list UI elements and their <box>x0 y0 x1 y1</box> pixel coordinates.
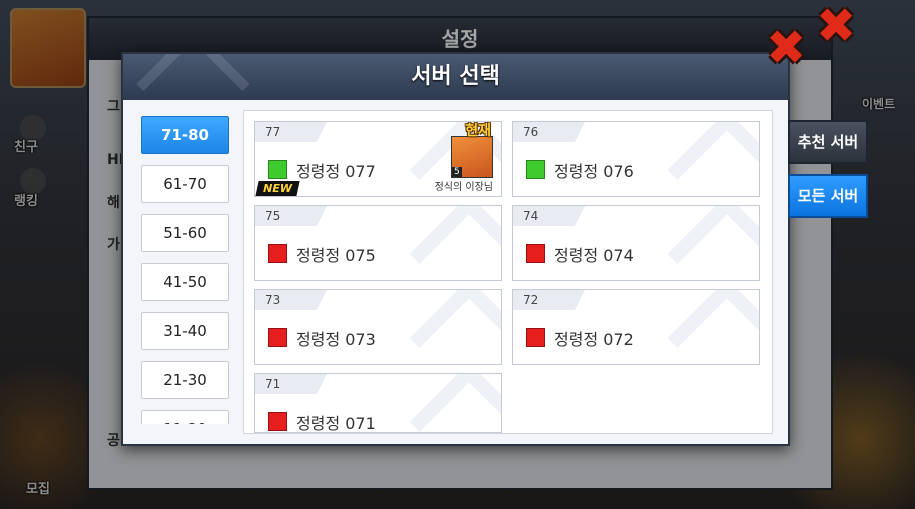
new-badge: NEW <box>255 181 300 196</box>
server-name: 정령정 076 <box>554 162 634 181</box>
range-tab-21-30[interactable]: 21-30 <box>141 361 229 399</box>
current-server-label: 현재 <box>465 123 491 139</box>
card-decoration <box>667 206 759 280</box>
server-number: 73 <box>265 293 281 307</box>
character-nickname: 정식의 이장님 <box>434 182 493 193</box>
status-red-icon <box>268 244 287 263</box>
status-green-icon <box>526 160 545 179</box>
card-decoration <box>667 290 759 364</box>
modal-body: 71-80 61-70 51-60 41-50 31-40 21-30 11-2… <box>133 110 773 434</box>
range-tab-11-20[interactable]: 11-20 <box>141 410 229 424</box>
server-card-76[interactable]: 76 정령정 076 <box>512 121 760 197</box>
character-level: 5 <box>452 167 462 177</box>
range-tab-31-40[interactable]: 31-40 <box>141 312 229 350</box>
server-card-73[interactable]: 73 정령정 073 <box>254 289 502 365</box>
status-red-icon <box>268 328 287 347</box>
server-card-74[interactable]: 74 정령정 074 <box>512 205 760 281</box>
card-decoration <box>409 374 501 432</box>
server-list: 77 정령정 077 5 현재 정식의 이장님 NEW 76 정령정 076 7… <box>243 110 773 434</box>
server-card-77[interactable]: 77 정령정 077 5 현재 정식의 이장님 NEW <box>254 121 502 197</box>
server-card-72[interactable]: 72 정령정 072 <box>512 289 760 365</box>
server-number: 72 <box>523 293 539 307</box>
range-tab-51-60[interactable]: 51-60 <box>141 214 229 252</box>
server-name: 정령정 073 <box>296 330 376 349</box>
status-red-icon <box>526 328 545 347</box>
status-green-icon <box>268 160 287 179</box>
card-decoration <box>667 122 759 196</box>
server-number: 75 <box>265 209 281 223</box>
card-decoration <box>409 290 501 364</box>
server-range-list[interactable]: 71-80 61-70 51-60 41-50 31-40 21-30 11-2… <box>141 116 229 424</box>
range-tab-71-80[interactable]: 71-80 <box>141 116 229 154</box>
server-number: 76 <box>523 125 539 139</box>
range-tab-41-50[interactable]: 41-50 <box>141 263 229 301</box>
server-name: 정령정 074 <box>554 246 634 265</box>
server-select-modal: 서버 선택 71-80 61-70 51-60 41-50 31-40 21-3… <box>121 52 790 446</box>
server-number: 71 <box>265 377 281 391</box>
modal-header: 서버 선택 <box>123 54 788 100</box>
server-card-75[interactable]: 75 정령정 075 <box>254 205 502 281</box>
server-name: 정령정 071 <box>296 414 376 433</box>
server-number: 74 <box>523 209 539 223</box>
card-decoration <box>409 206 501 280</box>
server-card-71[interactable]: 71 정령정 071 <box>254 373 502 433</box>
modal-close-icon[interactable]: ✖ <box>766 24 806 72</box>
status-red-icon <box>268 412 287 431</box>
modal-title: 서버 선택 <box>411 64 500 89</box>
server-name: 정령정 077 <box>296 162 376 181</box>
character-portrait: 5 <box>451 136 493 178</box>
recommended-servers-tab[interactable]: 추천 서버 <box>788 120 868 164</box>
server-name: 정령정 075 <box>296 246 376 265</box>
range-tab-61-70[interactable]: 61-70 <box>141 165 229 203</box>
status-red-icon <box>526 244 545 263</box>
server-name: 정령정 072 <box>554 330 634 349</box>
all-servers-tab[interactable]: 모든 서버 <box>788 174 868 218</box>
settings-close-icon[interactable]: ✖ <box>816 2 856 50</box>
server-number: 77 <box>265 125 281 139</box>
